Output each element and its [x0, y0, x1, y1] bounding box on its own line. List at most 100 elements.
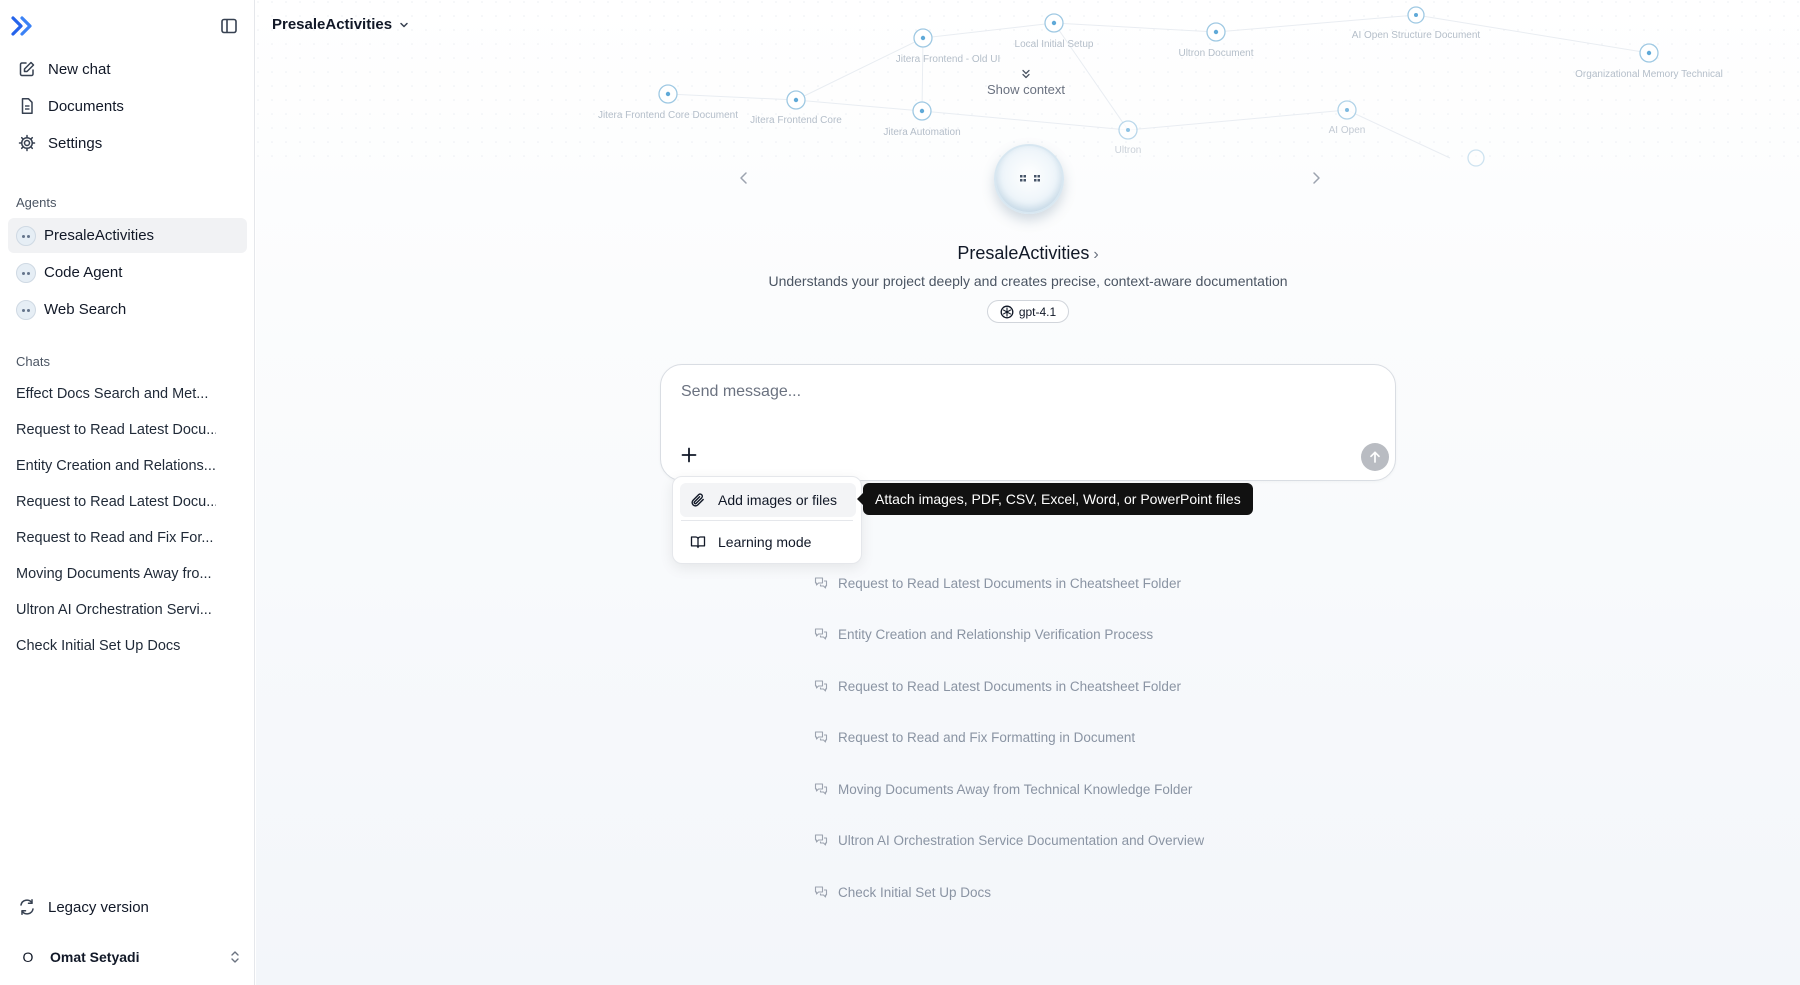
agent-avatar-icon [16, 225, 36, 246]
graph-node-label: AI Open [1329, 125, 1366, 136]
agent-description: Understands your project deeply and crea… [768, 273, 1288, 289]
message-input[interactable] [681, 379, 1361, 405]
graph-node-label: Local Initial Setup [1015, 39, 1094, 50]
gear-icon [18, 134, 36, 152]
agent-switcher-label: PresaleActivities [272, 16, 393, 33]
agent-face-icon [1020, 175, 1040, 182]
app-logo-icon[interactable] [10, 14, 36, 38]
chat-bubbles-icon [814, 577, 828, 589]
add-images-or-files-option[interactable]: Add images or files [680, 483, 856, 517]
chat-bubbles-icon [814, 680, 828, 692]
agent-avatar-orb [994, 144, 1064, 214]
agents-section-label: Agents [16, 195, 57, 210]
documents-nav-item[interactable]: Documents [8, 89, 247, 123]
message-composer [660, 364, 1396, 481]
plus-icon [681, 447, 697, 463]
agent-switcher-dropdown[interactable]: PresaleActivities [272, 16, 410, 33]
user-menu[interactable]: O Omat Setyadi [8, 940, 247, 974]
recent-chat-item[interactable]: Entity Creation and Relationship Verific… [814, 624, 1153, 644]
nav-label: Documents [48, 97, 124, 115]
agent-label: PresaleActivities [44, 227, 155, 244]
recent-chat-label: Request to Read and Fix Formatting in Do… [838, 729, 1136, 745]
recent-chat-label: Request to Read Latest Documents in Chea… [838, 678, 1181, 694]
recent-chat-item[interactable]: Request to Read Latest Documents in Chea… [814, 573, 1181, 593]
legacy-label: Legacy version [48, 898, 149, 916]
book-icon [690, 536, 706, 549]
graph-node-label: Jitera Frontend Core Document [598, 110, 738, 121]
show-context-label: Show context [986, 82, 1066, 97]
nav-label: Settings [48, 134, 103, 152]
option-label: Add images or files [718, 492, 838, 508]
learning-mode-option[interactable]: Learning mode [680, 525, 856, 559]
model-badge[interactable]: gpt-4.1 [987, 300, 1069, 323]
arrow-up-icon [1370, 451, 1380, 463]
chevron-left-icon[interactable] [736, 170, 752, 186]
show-context-button[interactable]: Show context [976, 68, 1076, 97]
avatar: O [22, 949, 34, 965]
openai-icon [1000, 305, 1014, 318]
chevrons-down-icon [1022, 69, 1030, 79]
chat-list-item[interactable]: Effect Docs Search and Met... [16, 386, 216, 402]
agent-title[interactable]: PresaleActivities › [256, 243, 1800, 264]
nav-label: New chat [48, 60, 111, 78]
agent-label: Web Search [44, 301, 127, 318]
graph-node-label: Jitera Automation [883, 127, 960, 138]
recent-chat-item[interactable]: Moving Documents Away from Technical Kno… [814, 779, 1192, 799]
chat-bubbles-icon [814, 834, 828, 846]
menu-divider [681, 520, 853, 521]
recent-chat-item[interactable]: Check Initial Set Up Docs [814, 882, 991, 902]
recent-chat-label: Moving Documents Away from Technical Kno… [838, 781, 1193, 797]
chat-bubbles-icon [814, 886, 828, 898]
document-icon [21, 98, 33, 114]
chat-list-item[interactable]: Request to Read and Fix For... [16, 530, 216, 546]
attach-tooltip: Attach images, PDF, CSV, Excel, Word, or… [857, 483, 1253, 515]
agent-title-label: PresaleActivities [957, 243, 1090, 263]
settings-nav-item[interactable]: Settings [8, 126, 247, 160]
model-label: gpt-4.1 [1018, 304, 1057, 319]
agent-avatar-icon [16, 262, 36, 283]
chat-list-item[interactable]: Request to Read Latest Docu... [16, 422, 216, 438]
new-chat-button[interactable]: New chat [8, 52, 247, 86]
recent-chat-label: Check Initial Set Up Docs [838, 884, 992, 900]
send-button[interactable] [1361, 443, 1389, 471]
paperclip-icon [691, 493, 704, 507]
recent-chat-label: Request to Read Latest Documents in Chea… [838, 575, 1181, 591]
edit-icon [19, 61, 35, 77]
chat-list-item[interactable]: Ultron AI Orchestration Servi... [16, 602, 216, 618]
chat-bubbles-icon [814, 783, 828, 795]
graph-node-label: Jitera Frontend - Old UI [896, 54, 1000, 65]
chat-bubbles-icon [814, 628, 828, 640]
agent-item-presaleactivities[interactable]: PresaleActivities [8, 218, 247, 253]
recent-chat-item[interactable]: Ultron AI Orchestration Service Document… [814, 830, 1204, 850]
refresh-icon [20, 899, 34, 915]
recent-chat-item[interactable]: Request to Read Latest Documents in Chea… [814, 676, 1181, 696]
legacy-version-button[interactable]: Legacy version [8, 890, 247, 924]
attach-menu: Add images or files Learning mode [672, 476, 862, 564]
option-label: Learning mode [718, 534, 812, 550]
chats-section-label: Chats [16, 354, 50, 369]
graph-node-label: AI Open Structure Document [1352, 30, 1481, 41]
agent-item-code-agent[interactable]: Code Agent [8, 255, 247, 290]
chat-bubbles-icon [814, 731, 828, 743]
attach-plus-button[interactable] [679, 445, 699, 465]
graph-node-label: Ultron [1115, 145, 1142, 156]
sidebar: New chat Documents Settings Agents Presa… [0, 0, 255, 985]
recent-chat-label: Entity Creation and Relationship Verific… [838, 626, 1154, 642]
graph-node-label: Ultron Document [1178, 48, 1253, 59]
chat-list-item[interactable]: Request to Read Latest Docu... [16, 494, 216, 510]
recent-chat-label: Ultron AI Orchestration Service Document… [838, 832, 1205, 848]
chevron-up-down-icon [231, 951, 239, 963]
chevron-right-icon[interactable] [1308, 170, 1324, 186]
graph-node-label: Jitera Frontend Core [750, 115, 842, 126]
chat-list-item[interactable]: Moving Documents Away fro... [16, 566, 216, 582]
user-name: Omat Setyadi [50, 949, 140, 965]
sidebar-toggle-icon[interactable] [219, 16, 239, 36]
main-area: Jitera Frontend - Old UI Local Initial S… [256, 0, 1800, 985]
agent-item-web-search[interactable]: Web Search [8, 292, 247, 327]
chevron-right-icon: › [1093, 246, 1099, 263]
chat-list-item[interactable]: Check Initial Set Up Docs [16, 638, 216, 654]
recent-chat-item[interactable]: Request to Read and Fix Formatting in Do… [814, 727, 1135, 747]
chevron-down-icon [400, 22, 408, 27]
chat-list-item[interactable]: Entity Creation and Relations... [16, 458, 216, 474]
agent-avatar-icon [16, 299, 36, 320]
